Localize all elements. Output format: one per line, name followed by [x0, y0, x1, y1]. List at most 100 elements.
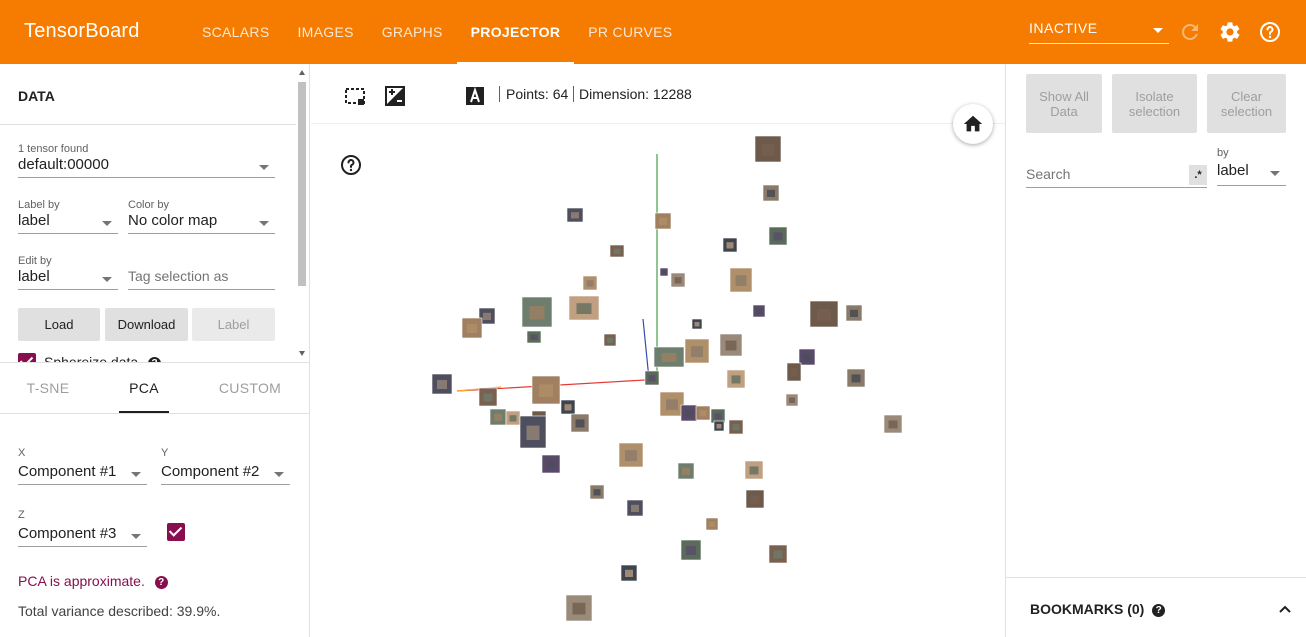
chevron-down-icon: [131, 534, 141, 539]
z-component-value: Component #3: [18, 525, 117, 542]
search-by-label: by: [1217, 147, 1229, 159]
point-thumbnail-detail: [666, 399, 678, 410]
y-component-select[interactable]: Component #2: [161, 463, 290, 485]
contrast-icon[interactable]: [423, 84, 447, 108]
clear-selection-button[interactable]: Clear selection: [1207, 74, 1286, 133]
tab-tsne[interactable]: T-SNE: [18, 363, 78, 413]
point-thumbnail-detail: [888, 420, 898, 429]
chevron-down-icon: [131, 472, 141, 477]
point-thumbnail-detail: [694, 322, 700, 327]
chevron-down-icon: [259, 221, 269, 226]
chevron-down-icon: [102, 277, 112, 282]
data-panel-title: DATA: [18, 88, 55, 104]
regex-toggle[interactable]: .*: [1189, 165, 1207, 185]
settings-icon[interactable]: [1218, 20, 1242, 44]
color-by-label: Color by: [128, 199, 169, 211]
point-thumbnail-detail: [648, 375, 656, 382]
point-thumbnail-detail: [625, 569, 633, 577]
point-thumbnail-detail: [735, 275, 747, 286]
point-thumbnail-detail: [564, 404, 572, 411]
total-variance: Total variance described: 39.9%.: [18, 603, 221, 619]
point-thumbnail-detail: [732, 424, 740, 431]
help-icon[interactable]: ?: [1152, 604, 1166, 617]
z-enable-checkbox[interactable]: [167, 523, 185, 541]
data-panel-top: DATA 1 tensor found default:00000 Label …: [0, 64, 310, 362]
search-by-select[interactable]: label: [1217, 162, 1286, 186]
point-thumbnail-detail: [725, 340, 737, 351]
point-thumbnail-detail: [529, 306, 545, 320]
label-button[interactable]: Label: [192, 308, 275, 341]
scroll-down-icon[interactable]: [299, 351, 305, 356]
point-thumbnail-detail: [539, 384, 553, 397]
tab-custom[interactable]: CUSTOM: [210, 363, 290, 413]
point-thumbnail-detail: [572, 602, 586, 615]
point-thumbnail-detail: [686, 546, 696, 555]
tag-selection-input[interactable]: Tag selection as: [128, 268, 275, 290]
bookmarks-label: BOOKMARKS (0): [1030, 601, 1145, 617]
sphereize-checkbox[interactable]: [18, 353, 36, 362]
point-thumbnail-detail: [767, 189, 775, 197]
tab-pr-curves[interactable]: PR CURVES: [574, 0, 686, 64]
z-component-select[interactable]: Component #3: [18, 525, 147, 547]
search-input[interactable]: Search: [1026, 164, 1207, 188]
night-mode-icon[interactable]: [383, 84, 407, 108]
scrollbar-thumb[interactable]: [298, 82, 306, 286]
divider: [0, 413, 310, 414]
embedding-scatter-plot[interactable]: [311, 125, 1005, 637]
point-thumbnail-detail: [586, 280, 594, 287]
point-thumbnail-detail: [682, 467, 690, 475]
point-thumbnail-detail: [662, 270, 666, 274]
point-thumbnail-detail: [613, 248, 621, 254]
point-thumbnail-detail: [467, 324, 477, 333]
load-button[interactable]: Load: [18, 308, 100, 341]
scroll-up-icon[interactable]: [299, 70, 305, 75]
tab-scalars[interactable]: SCALARS: [188, 0, 283, 64]
point-thumbnail-detail: [691, 346, 703, 357]
isolate-selection-button[interactable]: Isolate selection: [1112, 74, 1197, 133]
color-by-value: No color map: [128, 212, 218, 229]
select-box-icon[interactable]: [343, 84, 367, 108]
pca-note-text: PCA is approximate.: [18, 573, 145, 589]
inspector-panel: Show All Data Isolate selection Clear se…: [1005, 64, 1306, 637]
x-component-select[interactable]: Component #1: [18, 463, 147, 485]
edit-by-select[interactable]: label: [18, 268, 118, 290]
chevron-down-icon: [274, 472, 284, 477]
tab-pca[interactable]: PCA: [119, 363, 169, 413]
sphereize-label-text: Sphereize data: [44, 354, 139, 362]
data-panel: DATA 1 tensor found default:00000 Label …: [0, 64, 310, 637]
point-thumbnail-detail: [674, 277, 682, 284]
point-thumbnail-detail: [773, 232, 783, 241]
tab-images[interactable]: IMAGES: [283, 0, 367, 64]
tab-graphs[interactable]: GRAPHS: [368, 0, 457, 64]
help-icon[interactable]: ?: [154, 576, 168, 589]
z-component-label: Z: [18, 509, 25, 521]
x-component-label: X: [18, 447, 26, 459]
point-thumbnail-detail: [530, 334, 538, 340]
label-toggle-icon[interactable]: [463, 84, 487, 108]
y-component-value: Component #2: [161, 463, 260, 480]
label-by-select[interactable]: label: [18, 212, 118, 234]
point-thumbnail-detail: [803, 353, 811, 361]
point-thumbnail-detail: [571, 212, 579, 219]
download-button[interactable]: Download: [105, 308, 188, 341]
tab-projector[interactable]: PROJECTOR: [456, 0, 575, 64]
label-by-label: Label by: [18, 199, 60, 211]
chevron-down-icon: [1153, 28, 1163, 33]
projection-panel: T-SNE PCA CUSTOM X Component #1 Y Compon…: [0, 362, 310, 637]
divider: [0, 124, 296, 125]
data-panel-scrollbar[interactable]: [296, 68, 308, 360]
help-icon[interactable]: [1258, 20, 1282, 44]
bookmarks-panel[interactable]: BOOKMARKS (0) ?: [1006, 577, 1306, 637]
point-thumbnail-detail: [756, 308, 762, 314]
tensor-select[interactable]: default:00000: [18, 156, 275, 178]
point-thumbnail-detail: [851, 374, 861, 383]
color-by-select[interactable]: No color map: [128, 212, 275, 234]
point-thumbnail-detail: [750, 495, 760, 504]
x-component-value: Component #1: [18, 463, 117, 480]
inactive-dashboards-select[interactable]: INACTIVE: [1029, 20, 1169, 44]
chevron-up-icon[interactable]: [1278, 602, 1292, 616]
refresh-icon[interactable]: [1178, 20, 1202, 44]
label-by-value: label: [18, 212, 50, 229]
inactive-select-value: INACTIVE: [1029, 20, 1098, 36]
show-all-data-button[interactable]: Show All Data: [1026, 74, 1102, 133]
